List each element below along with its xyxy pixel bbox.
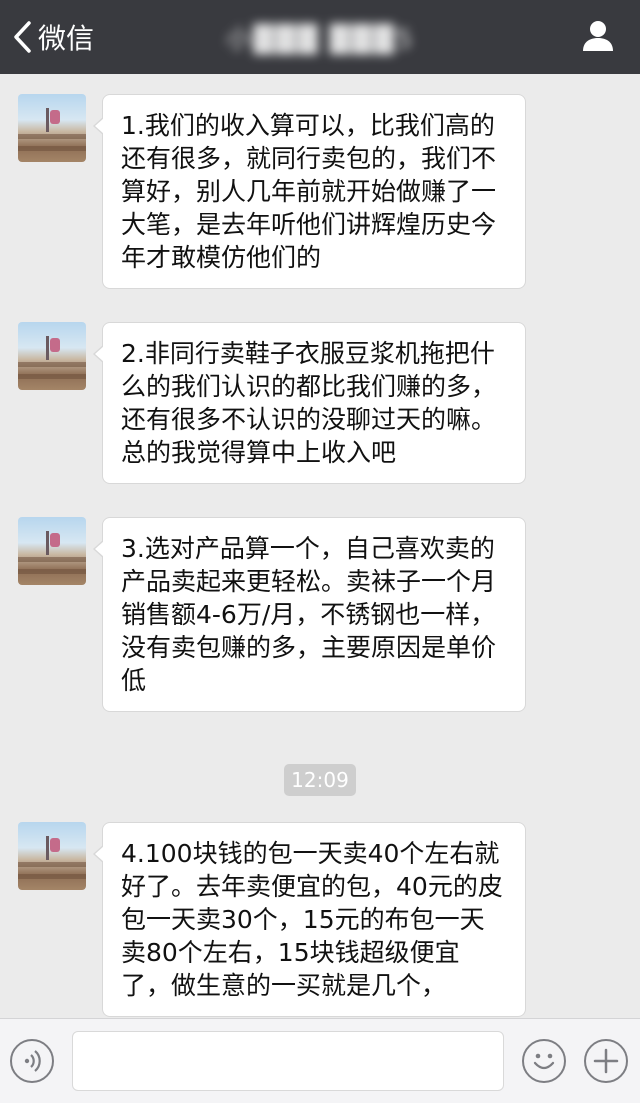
person-icon xyxy=(580,21,616,58)
message-bubble[interactable]: 1.我们的收入算可以，比我们高的还有很多，就同行卖包的，我们不算好，别人几年前就… xyxy=(93,94,526,289)
timestamp-divider: 12:09 xyxy=(284,764,356,796)
back-label: 微信 xyxy=(38,22,95,55)
top-nav-bar: 微信 小███ ███5 xyxy=(0,0,640,74)
wechat-chat-screen: 微信 小███ ███5 1.我们的收入算可以，比我们高的还有很多，就同行卖包的… xyxy=(0,0,640,1103)
message-bubble[interactable]: 3.选对产品算一个，自己喜欢卖的产品卖起来更轻松。卖袜子一个月销售额4-6万/月… xyxy=(93,517,526,712)
avatar[interactable] xyxy=(18,322,86,390)
avatar[interactable] xyxy=(18,822,86,890)
message-bubble[interactable]: 2.非同行卖鞋子衣服豆浆机拖把什么的我们认识的都比我们赚的多，还有很多不认识的没… xyxy=(93,322,526,484)
voice-button[interactable] xyxy=(10,1039,54,1083)
chat-input-bar xyxy=(0,1018,640,1103)
back-button[interactable]: 微信 xyxy=(12,16,94,58)
more-button[interactable] xyxy=(584,1039,628,1083)
message-list[interactable]: 1.我们的收入算可以，比我们高的还有很多，就同行卖包的，我们不算好，别人几年前就… xyxy=(0,74,640,1018)
chat-info-button[interactable] xyxy=(580,18,616,54)
message-bubble[interactable]: 4.100块钱的包一天卖40个左右就好了。去年卖便宜的包，40元的皮包一天卖30… xyxy=(93,822,526,1017)
emoji-button[interactable] xyxy=(522,1039,566,1083)
chevron-left-icon xyxy=(12,20,32,54)
avatar[interactable] xyxy=(18,517,86,585)
chat-title: 小███ ███5 xyxy=(225,24,415,55)
message-input[interactable] xyxy=(72,1031,504,1091)
avatar[interactable] xyxy=(18,94,86,162)
